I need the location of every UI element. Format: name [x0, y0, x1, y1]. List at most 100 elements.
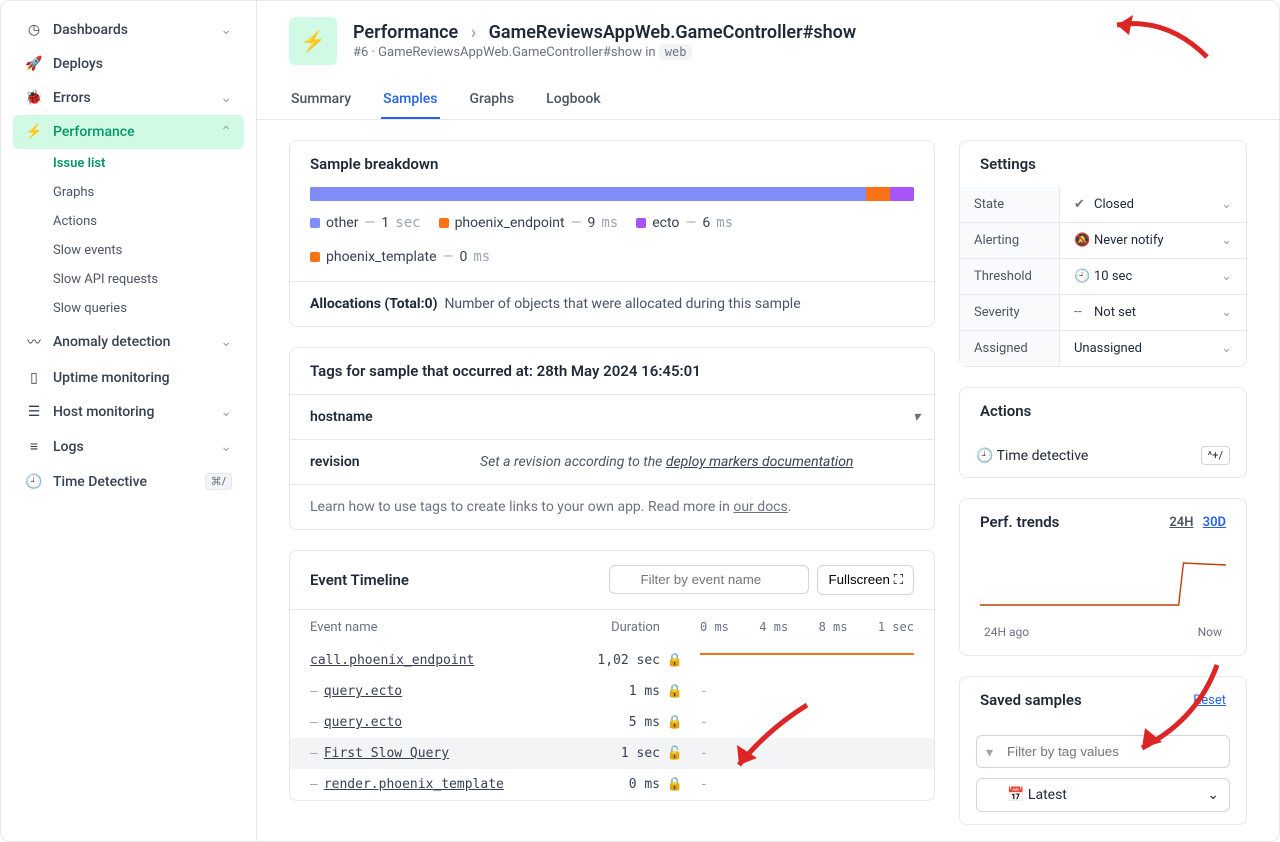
- namespace-badge: web: [659, 44, 693, 60]
- nav-label: Deploys: [53, 56, 103, 72]
- chevron-up-icon: ⌃: [220, 124, 232, 140]
- tags-hint: Learn how to use tags to create links to…: [290, 484, 934, 529]
- wave-icon: 〰: [25, 332, 43, 352]
- nav-time-detective[interactable]: 🕘 Time Detective ⌘/: [13, 464, 244, 499]
- crumb-sep: ›: [471, 22, 476, 43]
- nav-anomaly[interactable]: 〰 Anomaly detection ⌄: [13, 323, 244, 361]
- card-title: Sample breakdown: [290, 141, 934, 187]
- tag-value: ▾: [460, 395, 934, 439]
- time-detective-action[interactable]: 🕘 Time detective ^+/: [960, 434, 1246, 477]
- tag-value: Set a revision according to the deploy m…: [460, 440, 934, 484]
- nav-label: Time Detective: [53, 474, 147, 490]
- tab-samples[interactable]: Samples: [381, 81, 439, 119]
- lock-icon[interactable]: 🔒: [660, 777, 690, 792]
- tab-summary[interactable]: Summary: [289, 81, 353, 119]
- nav-sub-actions[interactable]: Actions: [53, 207, 244, 236]
- timeline-row[interactable]: — render.phoenix_template 0 ms 🔒 -: [290, 769, 934, 800]
- card-title: Settings: [960, 141, 1246, 187]
- settings-row[interactable]: Threshold🕘10 sec⌄: [960, 258, 1246, 294]
- chevron-down-icon: ⌄: [1221, 233, 1232, 248]
- event-name-link[interactable]: render.phoenix_template: [324, 777, 504, 792]
- perf-trends-card: Perf. trends 24H 30D 24H ago Now: [959, 498, 1247, 656]
- lock-icon[interactable]: 🔓: [660, 746, 690, 761]
- breakdown-bar: [310, 187, 914, 201]
- chevron-down-icon: ⌄: [1221, 341, 1232, 356]
- bell-off-icon: 🔕: [1074, 233, 1088, 248]
- settings-row[interactable]: Alerting🔕Never notify⌄: [960, 222, 1246, 258]
- sample-breakdown-card: Sample breakdown other — 1 sec phoenix_e…: [289, 140, 935, 327]
- tag-key: revision: [290, 440, 460, 484]
- settings-card: Settings State✔Closed⌄Alerting🔕Never not…: [959, 140, 1247, 367]
- timeline-row[interactable]: — First Slow Query 1 sec 🔓 -: [290, 738, 934, 769]
- settings-row[interactable]: Severity╌Not set⌄: [960, 294, 1246, 330]
- chevron-down-icon: ⌄: [220, 404, 232, 420]
- kbd-shortcut: ^+/: [1201, 446, 1230, 465]
- nav-sub-slow-api[interactable]: Slow API requests: [53, 265, 244, 294]
- crumb-root[interactable]: Performance: [353, 22, 458, 43]
- nav-sub-issue-list[interactable]: Issue list: [53, 149, 244, 178]
- clock-icon: 🕘: [976, 448, 993, 464]
- docs-link[interactable]: our docs: [733, 499, 787, 515]
- nav-uptime[interactable]: ▯ Uptime monitoring: [13, 361, 244, 395]
- nav-deploys[interactable]: 🚀 Deploys: [13, 47, 244, 81]
- event-name-link[interactable]: First Slow Query: [324, 746, 449, 761]
- timeline-row[interactable]: call.phoenix_endpoint 1,02 sec 🔒: [290, 645, 934, 676]
- saved-filter-input[interactable]: [976, 735, 1230, 768]
- deploy-markers-link[interactable]: deploy markers documentation: [666, 454, 854, 470]
- sidebar: ◷ Dashboards ⌄ 🚀 Deploys 🐞 Errors ⌄ ⚡ Pe…: [1, 1, 257, 841]
- lock-icon[interactable]: 🔒: [660, 684, 690, 699]
- nav-sub-graphs[interactable]: Graphs: [53, 178, 244, 207]
- timeline-filter-input[interactable]: [609, 565, 809, 594]
- filter-icon[interactable]: ▾: [913, 409, 920, 425]
- server-icon: ☰: [25, 404, 43, 420]
- nav-sub-slow-queries[interactable]: Slow queries: [53, 294, 244, 323]
- sparkline: [980, 555, 1226, 615]
- nav-performance[interactable]: ⚡ Performance ⌃: [13, 115, 244, 149]
- lock-icon[interactable]: 🔒: [660, 715, 690, 730]
- nav-sub-slow-events[interactable]: Slow events: [53, 236, 244, 265]
- crumb-subtitle: #6 · GameReviewsAppWeb.GameController#sh…: [353, 45, 856, 60]
- filter-icon: ▾: [986, 745, 993, 761]
- bolt-icon: ⚡: [25, 124, 43, 140]
- calendar-icon: 📅: [1007, 787, 1024, 803]
- trend-24h-link[interactable]: 24H: [1169, 515, 1193, 530]
- event-name-link[interactable]: call.phoenix_endpoint: [310, 653, 474, 668]
- card-title: Event Timeline: [310, 571, 409, 589]
- tag-key: hostname: [290, 395, 460, 439]
- settings-row[interactable]: AssignedUnassigned⌄: [960, 330, 1246, 366]
- timeline-row[interactable]: — query.ecto 1 ms 🔒 -: [290, 676, 934, 707]
- saved-sort-select[interactable]: 📅 Latest ⌄: [976, 778, 1230, 812]
- tags-card: Tags for sample that occurred at: 28th M…: [289, 347, 935, 530]
- reset-link[interactable]: Reset: [1193, 693, 1226, 708]
- nav-label: Dashboards: [53, 22, 128, 38]
- chevron-down-icon: ⌄: [1207, 787, 1219, 803]
- chevron-down-icon: ⌄: [220, 90, 232, 106]
- nav-label: Errors: [53, 90, 91, 106]
- event-name-link[interactable]: query.ecto: [324, 715, 402, 730]
- clock-icon: 🕘: [25, 474, 43, 490]
- allocations-row: Allocations (Total:0) Number of objects …: [290, 281, 934, 326]
- lock-icon[interactable]: 🔒: [660, 653, 690, 668]
- saved-samples-card: Saved samples Reset ▾ 📅 Latest ⌄: [959, 676, 1247, 825]
- nav-host[interactable]: ☰ Host monitoring ⌄: [13, 395, 244, 429]
- rocket-icon: 🚀: [25, 56, 43, 72]
- content: Sample breakdown other — 1 sec phoenix_e…: [257, 120, 1279, 841]
- nav-label: Logs: [53, 439, 84, 455]
- nav-performance-sub: Issue list Graphs Actions Slow events Sl…: [13, 149, 244, 323]
- nav-logs[interactable]: ≡ Logs ⌄: [13, 429, 244, 464]
- tab-graphs[interactable]: Graphs: [468, 81, 517, 119]
- nav-label: Anomaly detection: [53, 334, 170, 350]
- nav-dashboards[interactable]: ◷ Dashboards ⌄: [13, 13, 244, 47]
- settings-row[interactable]: State✔Closed⌄: [960, 187, 1246, 222]
- trend-30d-link[interactable]: 30D: [1203, 515, 1226, 530]
- nav-errors[interactable]: 🐞 Errors ⌄: [13, 81, 244, 115]
- chevron-down-icon: ⌄: [220, 22, 232, 38]
- breakdown-legend: other — 1 sec phoenix_endpoint — 9 ms ec…: [310, 215, 914, 265]
- timeline-row[interactable]: — query.ecto 5 ms 🔒 -: [290, 707, 934, 738]
- tab-logbook[interactable]: Logbook: [544, 81, 603, 119]
- actions-card: Actions 🕘 Time detective ^+/: [959, 387, 1247, 478]
- event-name-link[interactable]: query.ecto: [324, 684, 402, 699]
- fullscreen-button[interactable]: Fullscreen ⛶: [817, 565, 914, 595]
- crumb-leaf: GameReviewsAppWeb.GameController#show: [489, 22, 856, 43]
- tag-row-hostname: hostname ▾: [290, 395, 934, 439]
